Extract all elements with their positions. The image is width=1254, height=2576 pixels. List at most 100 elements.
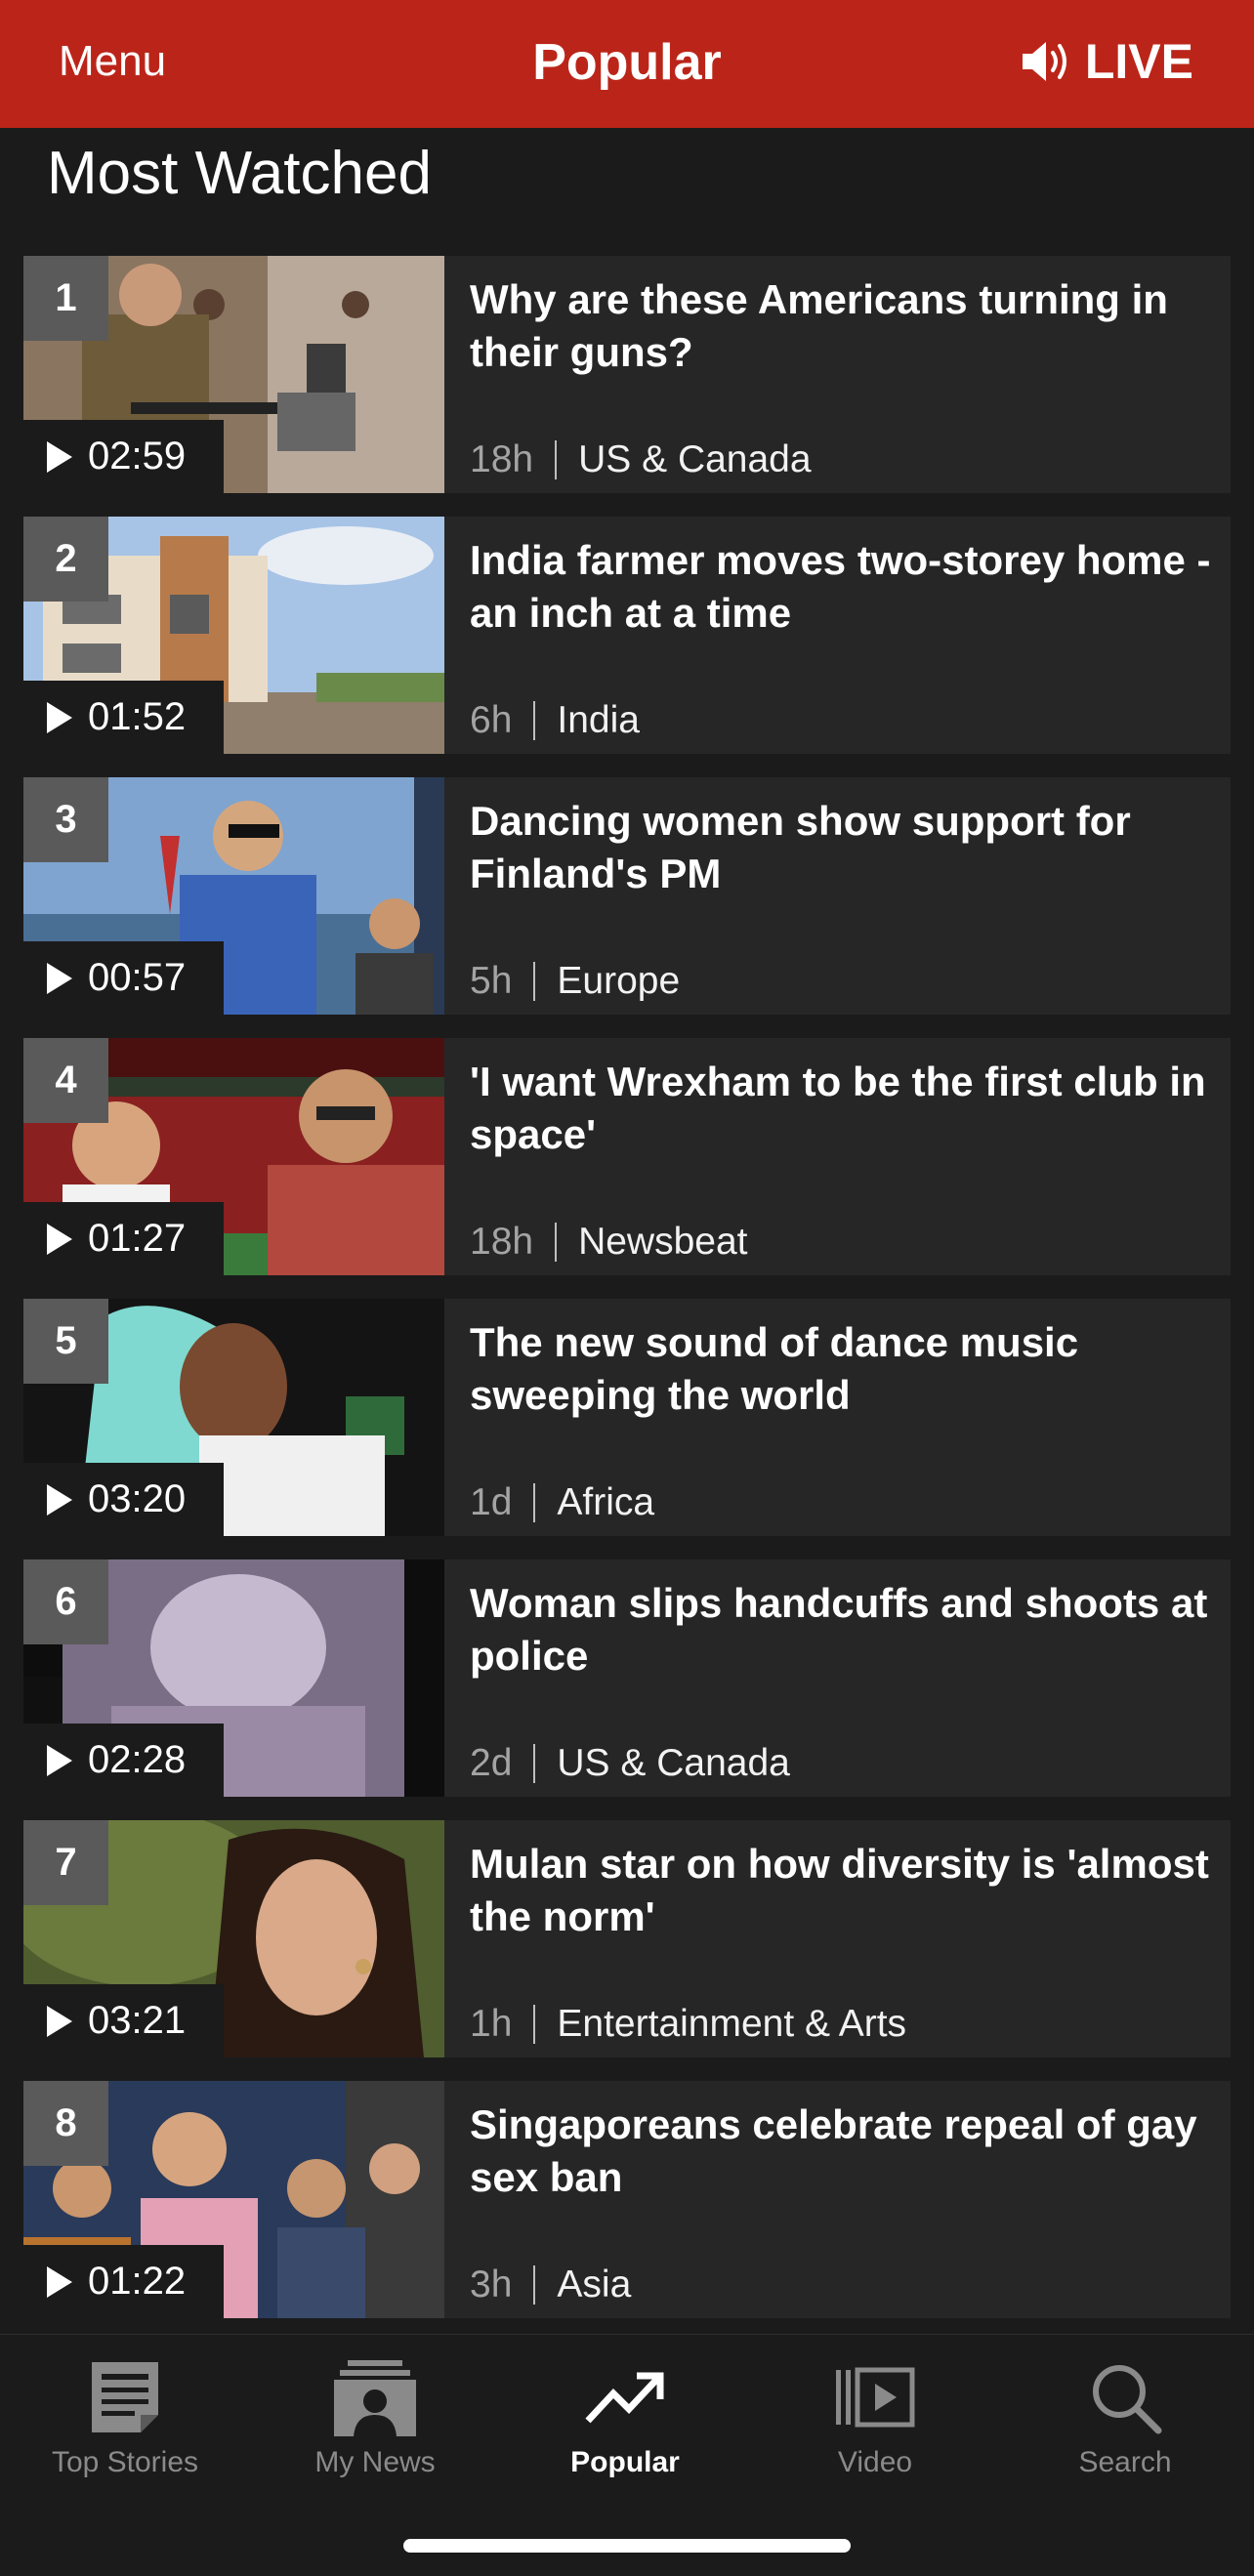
item-meta: 1h Entertainment & Arts <box>470 2003 906 2046</box>
duration-label: 02:28 <box>88 1738 187 1781</box>
duration-badge: 02:59 <box>23 420 224 493</box>
tab-label: Popular <box>570 2446 680 2478</box>
headline[interactable]: Why are these Americans turning in their… <box>470 273 1212 379</box>
item-meta: 18h Newsbeat <box>470 1221 748 1264</box>
app-header: Menu Popular LIVE <box>0 0 1254 128</box>
tab-label: Top Stories <box>51 2446 199 2478</box>
headline[interactable]: 'I want Wrexham to be the first club in … <box>470 1056 1212 1161</box>
headline[interactable]: Mulan star on how diversity is 'almost t… <box>470 1838 1212 1943</box>
rank-badge: 8 <box>23 2081 108 2166</box>
item-meta: 18h US & Canada <box>470 438 812 481</box>
video-list-item[interactable]: 8 01:22 Singaporeans celebrate repeal of… <box>23 2081 1231 2318</box>
category-label[interactable]: Newsbeat <box>578 1221 747 1264</box>
rank-badge: 1 <box>23 256 108 341</box>
duration-label: 00:57 <box>88 956 187 999</box>
timestamp: 6h <box>470 699 513 741</box>
tab-video[interactable]: Video <box>750 2348 1000 2479</box>
timestamp: 2d <box>470 1742 513 1784</box>
video-list-item[interactable]: 5 03:20 The new sound of dance music swe… <box>23 1299 1231 1536</box>
item-meta: 2d US & Canada <box>470 1742 790 1785</box>
meta-divider <box>533 2265 536 2305</box>
tab-popular[interactable]: Popular <box>500 2348 750 2479</box>
timestamp: 18h <box>470 1221 534 1263</box>
most-watched-list: 1 02:59 Why are these Americans turning … <box>23 256 1231 2342</box>
rank-badge: 2 <box>23 517 108 602</box>
video-icon <box>836 2367 915 2428</box>
video-list-item[interactable]: 4 01:27 'I want Wrexham to be the first … <box>23 1038 1231 1275</box>
meta-divider <box>533 2005 536 2044</box>
duration-label: 02:59 <box>88 435 187 478</box>
search-icon <box>1093 2365 1162 2434</box>
play-icon <box>47 440 72 473</box>
timestamp: 18h <box>470 438 534 480</box>
headline[interactable]: Woman slips handcuffs and shoots at poli… <box>470 1577 1212 1683</box>
meta-divider <box>555 440 558 479</box>
video-list-item[interactable]: 3 00:57 Dancing women show support for F… <box>23 777 1231 1015</box>
video-list-item[interactable]: 7 03:21 Mulan star on how diversity is '… <box>23 1820 1231 2057</box>
category-label[interactable]: Africa <box>557 1481 654 1524</box>
play-icon <box>47 1744 72 1776</box>
play-icon <box>47 2265 72 2298</box>
rank-badge: 3 <box>23 777 108 862</box>
trending-icon <box>585 2372 664 2424</box>
duration-badge: 03:20 <box>23 1463 224 1536</box>
meta-divider <box>533 962 536 1001</box>
play-icon <box>47 701 72 733</box>
duration-badge: 01:22 <box>23 2245 224 2318</box>
rank-badge: 5 <box>23 1299 108 1384</box>
tab-label: Search <box>1078 2446 1172 2478</box>
timestamp: 1h <box>470 2003 513 2045</box>
duration-badge: 02:28 <box>23 1724 224 1797</box>
category-label[interactable]: US & Canada <box>578 438 811 481</box>
video-list-item[interactable]: 6 02:28 Woman slips handcuffs and shoots… <box>23 1559 1231 1797</box>
item-meta: 3h Asia <box>470 2264 631 2306</box>
tab-label: My News <box>314 2446 436 2478</box>
duration-label: 03:21 <box>88 1999 187 2042</box>
speaker-icon <box>1022 42 1066 81</box>
category-label[interactable]: Asia <box>557 2264 631 2306</box>
meta-divider <box>533 701 536 740</box>
video-list-item[interactable]: 2 01:52 India farmer moves two-storey ho… <box>23 517 1231 754</box>
meta-divider <box>555 1223 558 1262</box>
category-label[interactable]: India <box>557 699 640 742</box>
duration-badge: 03:21 <box>23 1984 224 2057</box>
tab-label: Video <box>837 2446 913 2478</box>
meta-divider <box>533 1483 536 1522</box>
headline[interactable]: The new sound of dance music sweeping th… <box>470 1316 1212 1422</box>
newspaper-icon <box>92 2362 158 2432</box>
tab-top-stories[interactable]: Top Stories <box>0 2348 250 2479</box>
category-label[interactable]: Europe <box>557 960 680 1003</box>
headline[interactable]: Dancing women show support for Finland's… <box>470 795 1212 900</box>
timestamp: 1d <box>470 1481 513 1523</box>
timestamp: 3h <box>470 2264 513 2306</box>
play-icon <box>47 1483 72 1516</box>
item-meta: 1d Africa <box>470 1481 654 1524</box>
meta-divider <box>533 1744 536 1783</box>
home-indicator[interactable] <box>403 2539 851 2553</box>
category-label[interactable]: US & Canada <box>557 1742 789 1785</box>
duration-label: 01:52 <box>88 695 187 738</box>
video-list-item[interactable]: 1 02:59 Why are these Americans turning … <box>23 256 1231 493</box>
timestamp: 5h <box>470 960 513 1002</box>
duration-label: 01:27 <box>88 1217 187 1260</box>
category-label[interactable]: Entertainment & Arts <box>557 2003 906 2046</box>
headline[interactable]: India farmer moves two-storey home - an … <box>470 534 1212 640</box>
rank-badge: 6 <box>23 1559 108 1644</box>
duration-label: 03:20 <box>88 1477 187 1520</box>
play-icon <box>47 2005 72 2037</box>
item-meta: 6h India <box>470 699 640 742</box>
rank-badge: 4 <box>23 1038 108 1123</box>
headline[interactable]: Singaporeans celebrate repeal of gay sex… <box>470 2098 1212 2204</box>
live-button[interactable]: LIVE <box>1019 33 1193 90</box>
duration-badge: 01:52 <box>23 681 224 754</box>
tab-search[interactable]: Search <box>1000 2348 1250 2479</box>
play-icon <box>47 1223 72 1255</box>
rank-badge: 7 <box>23 1820 108 1905</box>
duration-label: 01:22 <box>88 2260 187 2303</box>
duration-badge: 00:57 <box>23 941 224 1015</box>
play-icon <box>47 962 72 994</box>
section-title: Most Watched <box>47 140 432 207</box>
tab-my-news[interactable]: My News <box>250 2348 500 2479</box>
duration-badge: 01:27 <box>23 1202 224 1275</box>
item-meta: 5h Europe <box>470 960 680 1003</box>
